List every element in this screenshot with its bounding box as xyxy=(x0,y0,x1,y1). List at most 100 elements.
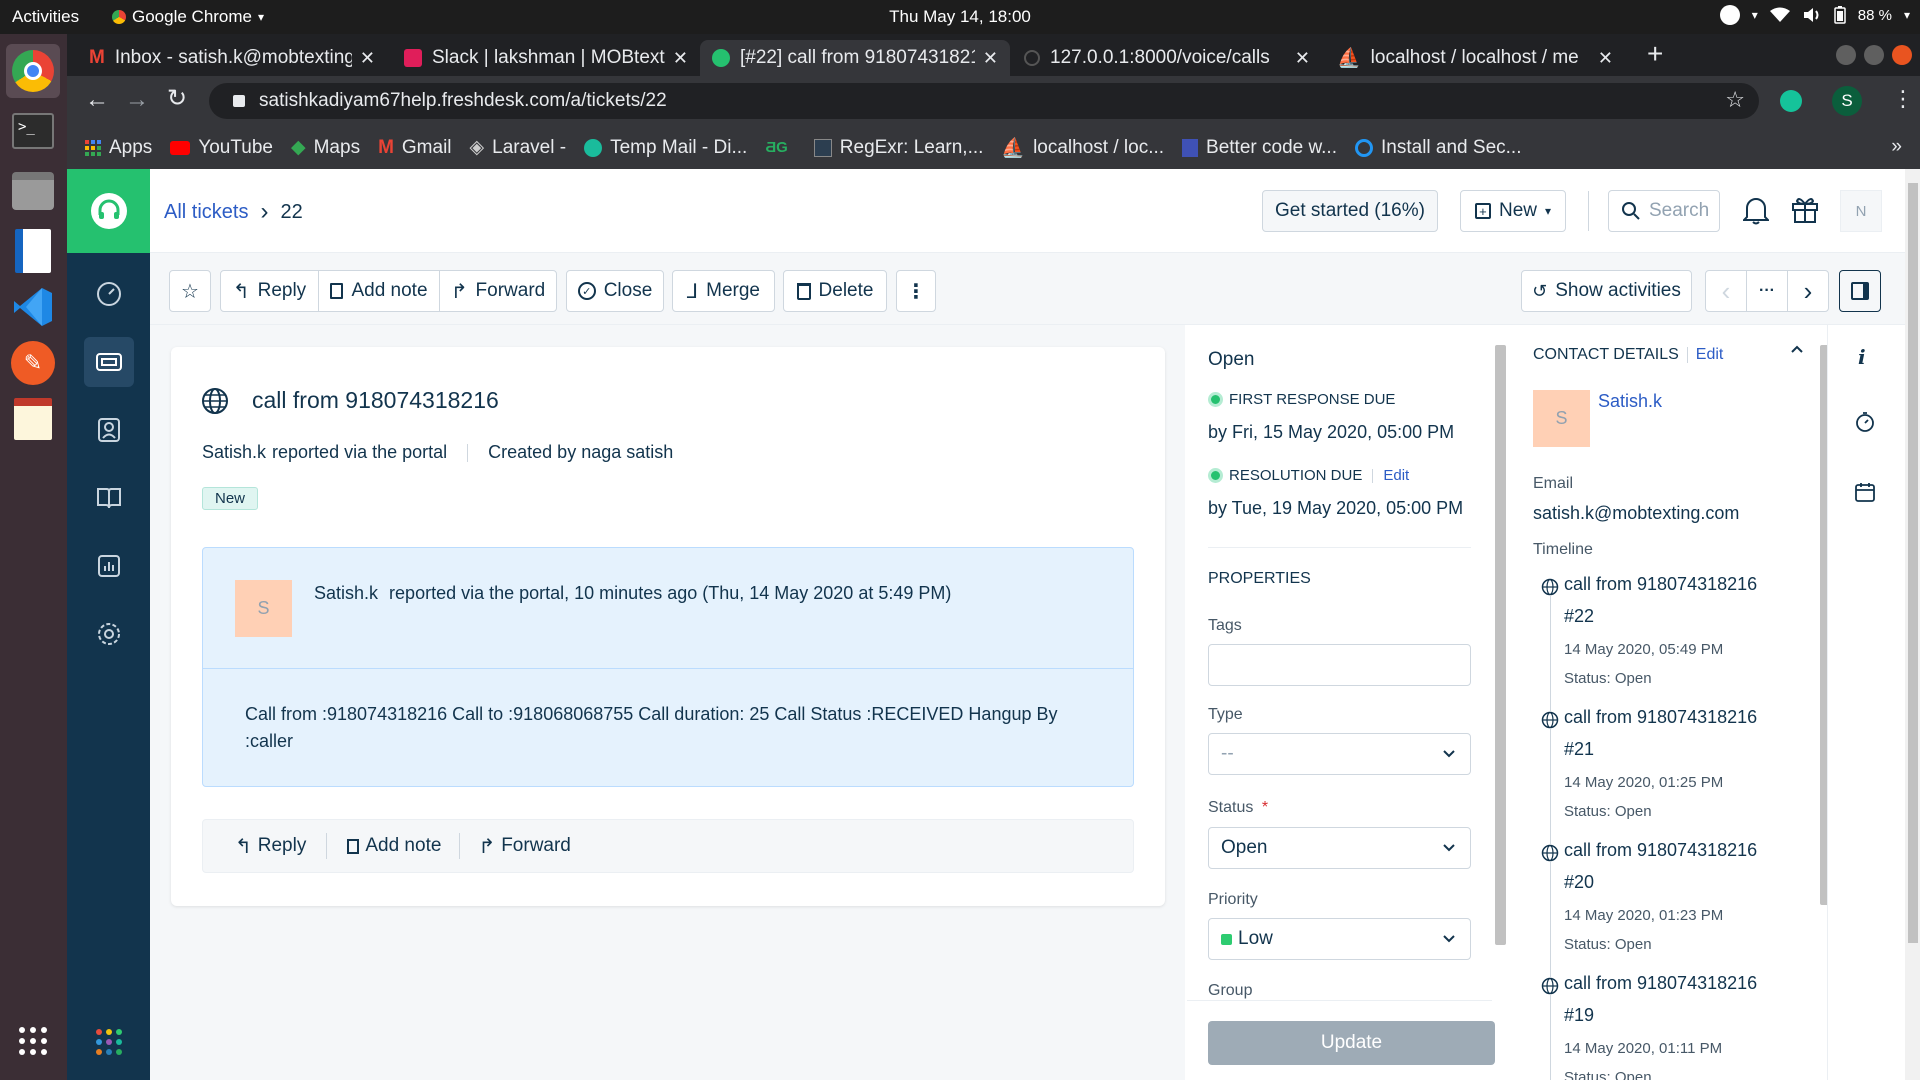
new-dropdown-button[interactable]: + New ▾ xyxy=(1460,190,1566,232)
show-activities-button[interactable]: ↺ Show activities xyxy=(1521,270,1692,312)
app-menu[interactable]: Google Chrome ▾ xyxy=(112,7,264,27)
contact-edit-link[interactable]: Edit xyxy=(1696,346,1724,364)
toggle-sidebar-button[interactable] xyxy=(1839,270,1881,312)
maximize-icon[interactable] xyxy=(1864,45,1884,65)
browser-tab-freshdesk[interactable]: [#22] call from 918074318216 ✕ xyxy=(700,40,1010,76)
address-bar[interactable]: satishkadiyam67help.freshdesk.com/a/tick… xyxy=(209,83,1759,119)
dock-chrome[interactable] xyxy=(6,44,60,98)
nav-admin[interactable] xyxy=(84,609,134,659)
tags-input[interactable] xyxy=(1208,644,1471,686)
merge-button[interactable]: ⅃ Merge xyxy=(672,270,775,312)
minimize-icon[interactable] xyxy=(1836,45,1856,65)
star-button[interactable]: ☆ xyxy=(169,270,211,312)
reply-button[interactable]: ↰ Reply xyxy=(220,270,319,312)
nav-contacts[interactable] xyxy=(84,405,134,455)
timeline-item[interactable]: call from 918074318216 #20 14 May 2020, … xyxy=(1524,834,1814,964)
forward-button[interactable]: ↱ Forward xyxy=(439,270,557,312)
activities-button[interactable]: Activities xyxy=(12,7,79,27)
dock-writer[interactable] xyxy=(6,224,60,278)
more-bookmarks-icon[interactable]: » xyxy=(1891,136,1902,158)
browser-tab-phpmyadmin[interactable]: ⛵ localhost / localhost / me ✕ xyxy=(1325,40,1625,76)
timeline-item[interactable]: call from 918074318216 #19 14 May 2020, … xyxy=(1524,967,1814,1080)
priority-select[interactable]: Low xyxy=(1208,918,1471,960)
bottom-reply-button[interactable]: ↰ Reply xyxy=(235,834,306,859)
close-tab-icon[interactable]: ✕ xyxy=(1295,48,1310,69)
dock-postman[interactable]: ✎ xyxy=(6,336,60,390)
browser-menu-icon[interactable]: ⋮ xyxy=(1892,86,1914,112)
nav-apps[interactable] xyxy=(84,1017,134,1067)
update-button[interactable]: Update xyxy=(1208,1021,1495,1065)
new-tab-button[interactable]: + xyxy=(1647,38,1663,70)
page-scrollbar-thumb[interactable] xyxy=(1908,183,1918,943)
breadcrumb-all-tickets[interactable]: All tickets xyxy=(164,201,248,224)
timeline-ticket-title[interactable]: call from 918074318216 xyxy=(1564,701,1757,733)
page-scrollbar-track[interactable] xyxy=(1905,169,1920,1080)
bookmark-laravel[interactable]: ◈ Laravel - xyxy=(470,136,567,159)
nav-dashboard[interactable] xyxy=(84,269,134,319)
message-author[interactable]: Satish.k xyxy=(314,583,378,603)
notifications-icon[interactable] xyxy=(1743,195,1769,225)
bookmark-apps[interactable]: Apps xyxy=(85,137,152,159)
bookmark-youtube[interactable]: YouTube xyxy=(170,137,273,159)
browser-tab-slack[interactable]: Slack | lakshman | MOBtexting ✕ xyxy=(392,40,700,76)
dock-files[interactable] xyxy=(6,164,60,218)
accessibility-icon[interactable] xyxy=(1719,5,1740,25)
timeline-item[interactable]: call from 918074318216 #21 14 May 2020, … xyxy=(1524,701,1814,831)
bookmark-star-icon[interactable]: ☆ xyxy=(1725,87,1745,113)
browser-tab-gmail[interactable]: M Inbox - satish.k@mobtexting ✕ xyxy=(77,40,387,76)
reload-icon[interactable]: ↻ xyxy=(167,84,187,113)
get-started-button[interactable]: Get started (16%) xyxy=(1262,190,1438,232)
nav-solutions[interactable] xyxy=(84,473,134,523)
close-tab-icon[interactable]: ✕ xyxy=(673,48,688,69)
bottom-add-note-button[interactable]: Add note xyxy=(347,835,441,857)
status-select[interactable]: Open xyxy=(1208,827,1471,869)
bottom-forward-button[interactable]: ↱ Forward xyxy=(478,834,570,859)
bookmark-install[interactable]: Install and Sec... xyxy=(1355,137,1521,159)
collapse-icon[interactable] xyxy=(1790,343,1804,357)
profile-avatar[interactable]: S xyxy=(1832,86,1862,116)
properties-scrollbar[interactable] xyxy=(1495,345,1506,945)
user-avatar[interactable]: N xyxy=(1840,190,1882,232)
nav-reports[interactable] xyxy=(84,541,134,591)
calendar-icon[interactable] xyxy=(1854,481,1876,503)
bookmark-phpmyadmin[interactable]: ⛵ localhost / loc... xyxy=(1001,136,1164,160)
ticket-list-button[interactable]: ··· xyxy=(1746,270,1788,312)
browser-tab-localhost-voice[interactable]: 127.0.0.1:8000/voice/calls ✕ xyxy=(1012,40,1322,76)
dock-vscode[interactable] xyxy=(6,280,60,334)
add-note-button[interactable]: Add note xyxy=(318,270,440,312)
bookmark-regexr[interactable]: RegExr: Learn,... xyxy=(813,137,983,159)
bookmark-dg[interactable]: ƋG xyxy=(765,139,795,156)
back-icon[interactable]: ← xyxy=(85,86,109,114)
timer-icon[interactable] xyxy=(1854,411,1876,433)
close-window-icon[interactable] xyxy=(1892,45,1912,65)
timeline-item[interactable]: call from 918074318216 #22 14 May 2020, … xyxy=(1524,568,1814,698)
next-ticket-button[interactable]: › xyxy=(1787,270,1829,312)
freshdesk-logo[interactable] xyxy=(67,169,150,253)
show-apps-button[interactable] xyxy=(6,1014,60,1068)
type-select[interactable]: -- xyxy=(1208,733,1471,775)
close-tab-icon[interactable]: ✕ xyxy=(360,48,375,69)
timeline-ticket-title[interactable]: call from 918074318216 xyxy=(1564,568,1757,600)
close-ticket-button[interactable]: ✓ Close xyxy=(566,270,664,312)
gift-icon[interactable] xyxy=(1790,194,1820,224)
delete-button[interactable]: Delete xyxy=(783,270,887,312)
close-tab-icon[interactable]: ✕ xyxy=(983,48,998,69)
contact-name[interactable]: Satish.k xyxy=(1598,391,1662,412)
bookmark-maps[interactable]: ◆ Maps xyxy=(291,136,360,159)
dock-terminal[interactable]: >_ xyxy=(6,104,60,158)
bookmark-temp-mail[interactable]: Temp Mail - Di... xyxy=(584,137,747,159)
grammarly-icon[interactable] xyxy=(1780,90,1802,112)
system-tray[interactable]: ▾ 88 % ▾ xyxy=(1719,5,1910,25)
resolution-edit-link[interactable]: Edit xyxy=(1383,467,1409,484)
info-icon[interactable]: i xyxy=(1858,345,1866,369)
timeline-ticket-title[interactable]: call from 918074318216 xyxy=(1564,834,1757,866)
nav-tickets[interactable] xyxy=(84,337,134,387)
requester-name[interactable]: Satish.k xyxy=(202,442,266,463)
search-button[interactable]: Search xyxy=(1608,190,1720,232)
timeline-ticket-title[interactable]: call from 918074318216 xyxy=(1564,967,1757,999)
forward-icon[interactable]: → xyxy=(125,86,149,114)
close-tab-icon[interactable]: ✕ xyxy=(1598,48,1613,69)
bookmark-better-code[interactable]: Better code w... xyxy=(1182,137,1337,159)
more-actions-button[interactable]: ⋮ xyxy=(896,270,936,312)
dock-text-editor[interactable] xyxy=(6,392,60,446)
